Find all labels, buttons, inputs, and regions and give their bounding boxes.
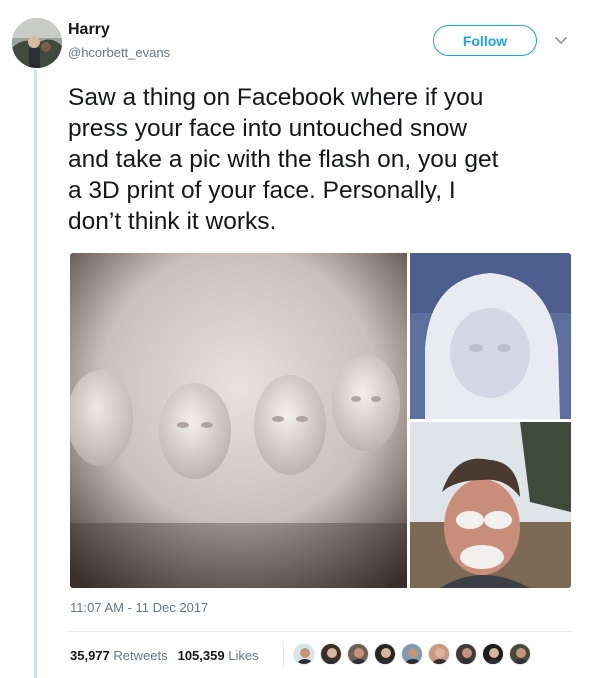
liker-avatar-2[interactable] (320, 643, 342, 665)
man-with-snow-photo[interactable] (410, 422, 571, 588)
thread-line (34, 70, 37, 678)
author-avatar[interactable] (12, 18, 62, 68)
liker-avatar-1[interactable] (293, 643, 315, 665)
liker-avatars (293, 643, 531, 665)
tweet-timestamp[interactable]: 11:07 AM - 11 Dec 2017 (70, 600, 208, 615)
likes-count: 105,359 (177, 648, 225, 663)
tweet-text: Saw a thing on Facebook where if you pre… (68, 84, 499, 235)
tweet-stats: 35,977 Retweets 105,359 Likes (70, 648, 259, 663)
retweets-stat[interactable]: 35,977 Retweets (70, 648, 168, 663)
snow-faces-photo[interactable] (70, 253, 407, 588)
tweet-media (70, 253, 571, 588)
snow-head-photo[interactable] (410, 253, 571, 419)
likes-label: Likes (228, 648, 259, 663)
stats-divider (283, 641, 284, 668)
liker-avatar-7[interactable] (455, 643, 477, 665)
liker-avatar-8[interactable] (482, 643, 504, 665)
liker-avatar-3[interactable] (347, 643, 369, 665)
follow-button[interactable]: Follow (433, 25, 537, 56)
divider (68, 631, 571, 632)
liker-avatar-5[interactable] (401, 643, 423, 665)
author-handle[interactable]: @hcorbett_evans (68, 45, 170, 60)
liker-avatar-4[interactable] (374, 643, 396, 665)
likes-stat[interactable]: 105,359 Likes (178, 648, 259, 663)
liker-avatar-9[interactable] (509, 643, 531, 665)
liker-avatar-6[interactable] (428, 643, 450, 665)
author-name[interactable]: Harry (68, 21, 110, 39)
chevron-down-icon[interactable] (553, 32, 569, 48)
retweets-count: 35,977 (70, 648, 110, 663)
retweets-label: Retweets (113, 648, 168, 663)
